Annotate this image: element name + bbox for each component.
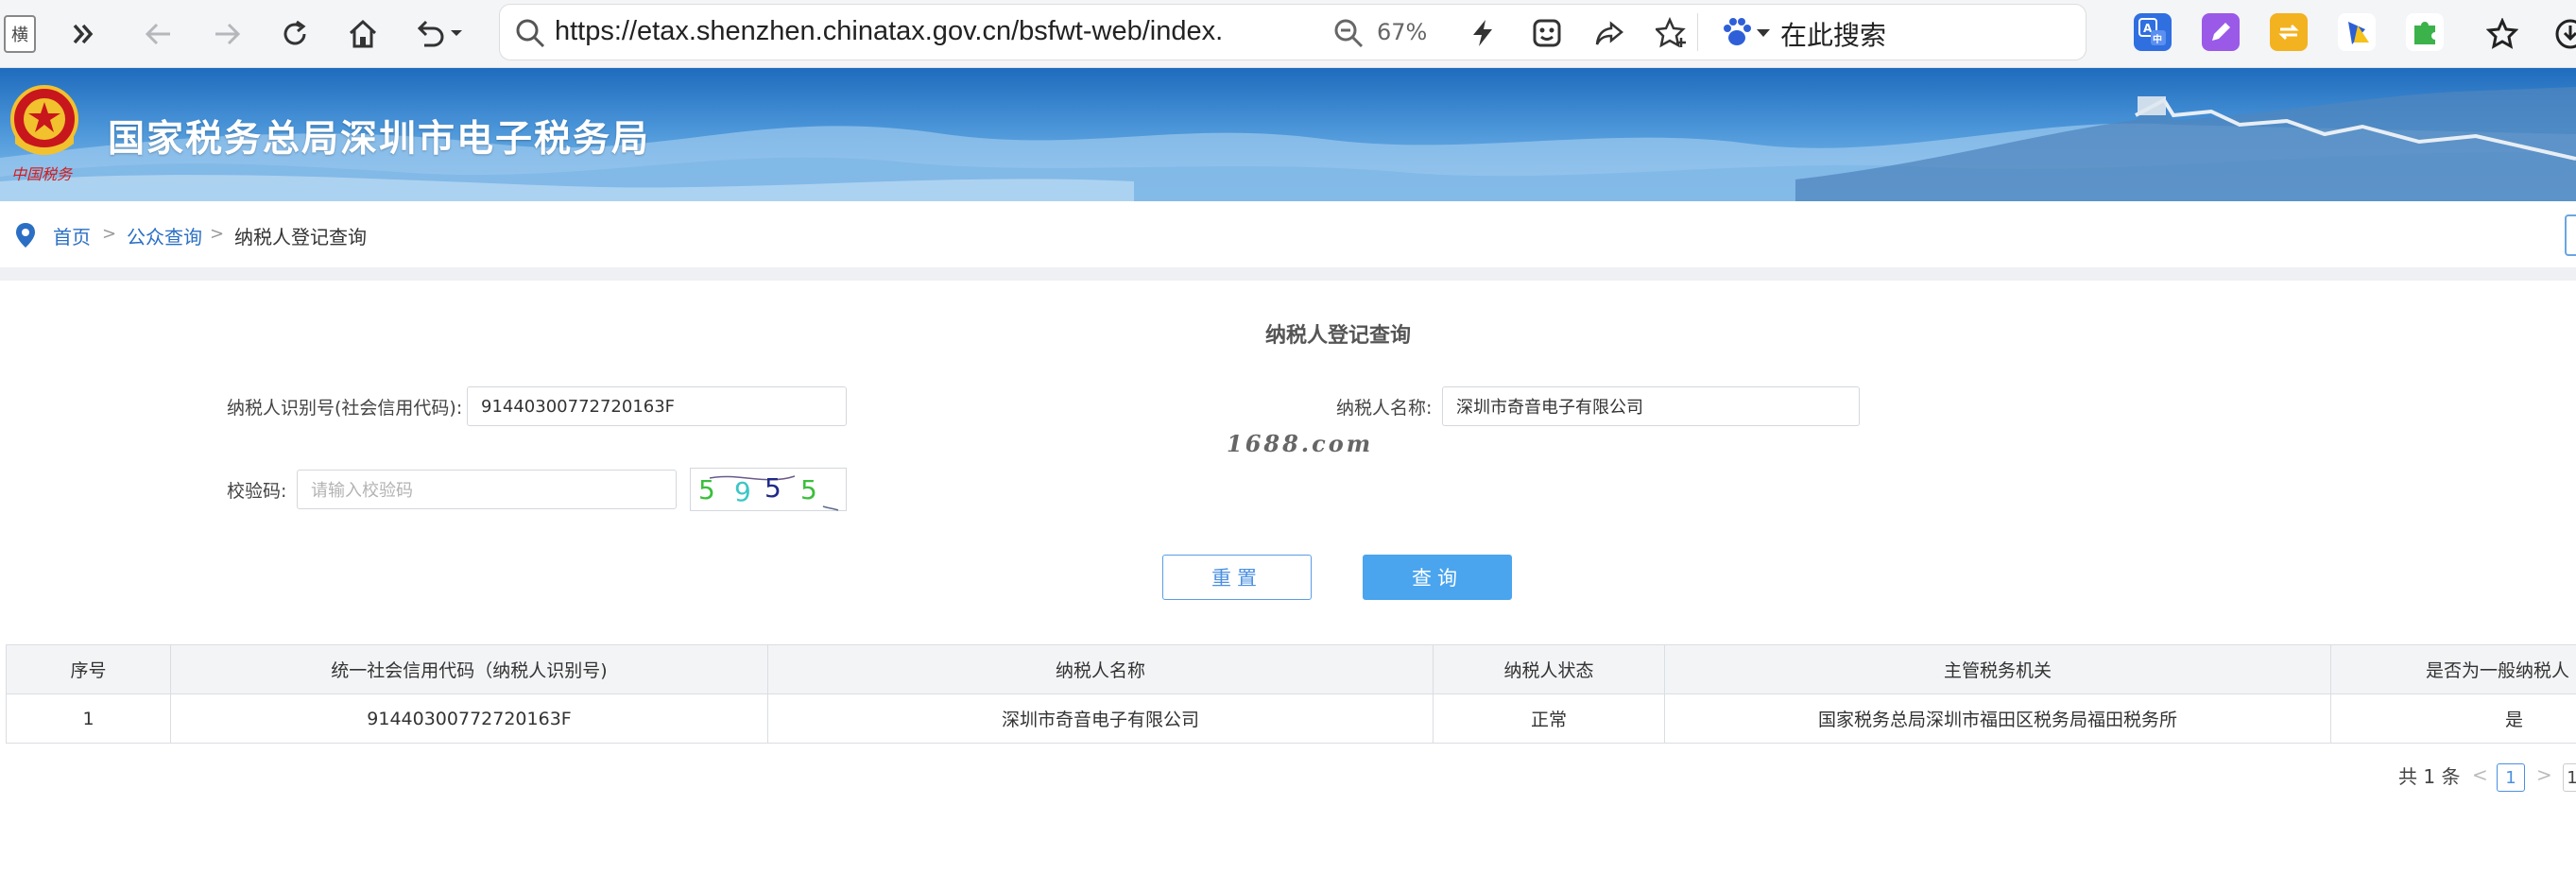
- svg-text:中国税务: 中国税务: [11, 165, 74, 183]
- reader-mode-icon[interactable]: [1528, 14, 1566, 52]
- reset-button[interactable]: 重置: [1162, 555, 1312, 600]
- search-engine-input[interactable]: 在此搜索: [1780, 15, 1886, 53]
- table-cell: 深圳市奇音电子有限公司: [767, 693, 1434, 744]
- column-header: 序号: [6, 644, 171, 694]
- favorites-star-icon[interactable]: [2480, 11, 2525, 57]
- breadcrumb-public-query-link[interactable]: 公众查询: [127, 222, 202, 249]
- table-cell: 91440300772720163F: [170, 693, 768, 744]
- location-pin-icon: [16, 223, 35, 248]
- right-edge-button[interactable]: [2565, 214, 2576, 256]
- breadcrumb-home-link[interactable]: 首页: [53, 222, 91, 249]
- puzzle-extension-icon[interactable]: [2406, 13, 2444, 51]
- captcha-input[interactable]: 请输入校验码: [297, 470, 677, 509]
- pagination-current-page[interactable]: 1: [2497, 763, 2525, 792]
- baidu-paw-icon[interactable]: [1720, 15, 1754, 57]
- table-cell: 国家税务总局深圳市福田区税务局福田税务所: [1664, 693, 2331, 744]
- table-row: 1 91440300772720163F 深圳市奇音电子有限公司 正常 国家税务…: [6, 693, 2576, 744]
- pagination-page-size[interactable]: 1: [2563, 763, 2576, 792]
- site-banner: 中国税务 国家税务总局深圳市电子税务局: [0, 68, 2576, 201]
- column-header: 统一社会信用代码（纳税人识别号): [170, 644, 768, 694]
- captcha-char: 5: [698, 474, 715, 505]
- breadcrumb-separator: >: [210, 224, 225, 244]
- home-icon[interactable]: [340, 11, 386, 57]
- taxpayer-name-label: 纳税人名称:: [1336, 398, 1433, 419]
- column-header: 是否为一般纳税人: [2330, 644, 2576, 694]
- taxpayer-id-label: 纳税人识别号(社会信用代码):: [227, 398, 463, 419]
- url-text[interactable]: https://etax.shenzhen.chinatax.gov.cn/bs…: [555, 16, 1223, 47]
- share-icon[interactable]: [1590, 14, 1628, 52]
- query-button[interactable]: 查询: [1363, 555, 1512, 600]
- search-icon: [516, 19, 545, 48]
- translate-extension-icon[interactable]: A中: [2134, 13, 2172, 51]
- section-divider: [0, 267, 2576, 281]
- search-engine-caret-icon[interactable]: [1756, 25, 1771, 43]
- reload-icon[interactable]: [272, 11, 318, 57]
- column-header: 主管税务机关: [1664, 644, 2331, 694]
- captcha-image[interactable]: 5 9 5 5: [690, 468, 847, 511]
- sync-extension-icon[interactable]: [2270, 13, 2308, 51]
- breadcrumb-separator: >: [102, 224, 117, 244]
- lightning-icon[interactable]: [1464, 14, 1502, 52]
- table-cell: 1: [6, 693, 171, 744]
- url-divider: [1697, 13, 1698, 51]
- edit-extension-icon[interactable]: [2202, 13, 2240, 51]
- zoom-level[interactable]: 67%: [1377, 19, 1427, 45]
- result-table: 序号 统一社会信用代码（纳税人识别号) 纳税人名称 纳税人状态 主管税务机关 是…: [6, 644, 2576, 744]
- breadcrumb-current: 纳税人登记查询: [234, 226, 367, 248]
- table-header-row: 序号 统一社会信用代码（纳税人识别号) 纳税人名称 纳税人状态 主管税务机关 是…: [6, 644, 2576, 694]
- taxpayer-name-input[interactable]: 深圳市奇音电子有限公司: [1442, 386, 1860, 426]
- captcha-graphic: 5 9 5 5: [698, 472, 839, 511]
- forward-icon[interactable]: [204, 11, 249, 57]
- site-title: 国家税务总局深圳市电子税务局: [108, 118, 651, 161]
- coupon-extension-icon[interactable]: [2338, 13, 2376, 51]
- pagination-next-button[interactable]: >: [2536, 763, 2552, 786]
- pagination-total: 共 1 条: [2398, 765, 2461, 788]
- table-cell: 正常: [1433, 693, 1665, 744]
- column-header: 纳税人名称: [767, 644, 1434, 694]
- captcha-char: 9: [734, 476, 751, 507]
- captcha-char: 5: [764, 472, 781, 504]
- national-emblem-logo: 中国税务: [10, 85, 78, 183]
- back-icon[interactable]: [136, 11, 181, 57]
- download-icon[interactable]: [2548, 11, 2576, 57]
- browser-toolbar: 横 https://etax.shenzhen.chinatax.gov.cn/…: [0, 0, 2576, 68]
- zoom-out-icon[interactable]: [1331, 16, 1365, 50]
- form-title: 纳税人登记查询: [1264, 324, 1411, 348]
- favorite-star-plus-icon[interactable]: [1653, 14, 1691, 52]
- watermark-text: 1688.com: [1227, 430, 1374, 457]
- breadcrumb: 首页 > 公众查询 > 纳税人登记查询: [0, 201, 2576, 267]
- captcha-char: 5: [800, 474, 817, 505]
- undo-close-tab-icon[interactable]: [412, 11, 469, 57]
- table-cell: 是: [2330, 693, 2576, 744]
- sidebar-expand-icon[interactable]: [60, 11, 106, 57]
- svg-text:中: 中: [2153, 33, 2162, 45]
- captcha-label: 校验码:: [227, 481, 287, 502]
- taxpayer-id-input[interactable]: 91440300772720163F: [467, 386, 847, 426]
- pagination-prev-button[interactable]: <: [2472, 763, 2488, 786]
- column-header: 纳税人状态: [1433, 644, 1665, 694]
- tab-mark[interactable]: 横: [4, 15, 36, 53]
